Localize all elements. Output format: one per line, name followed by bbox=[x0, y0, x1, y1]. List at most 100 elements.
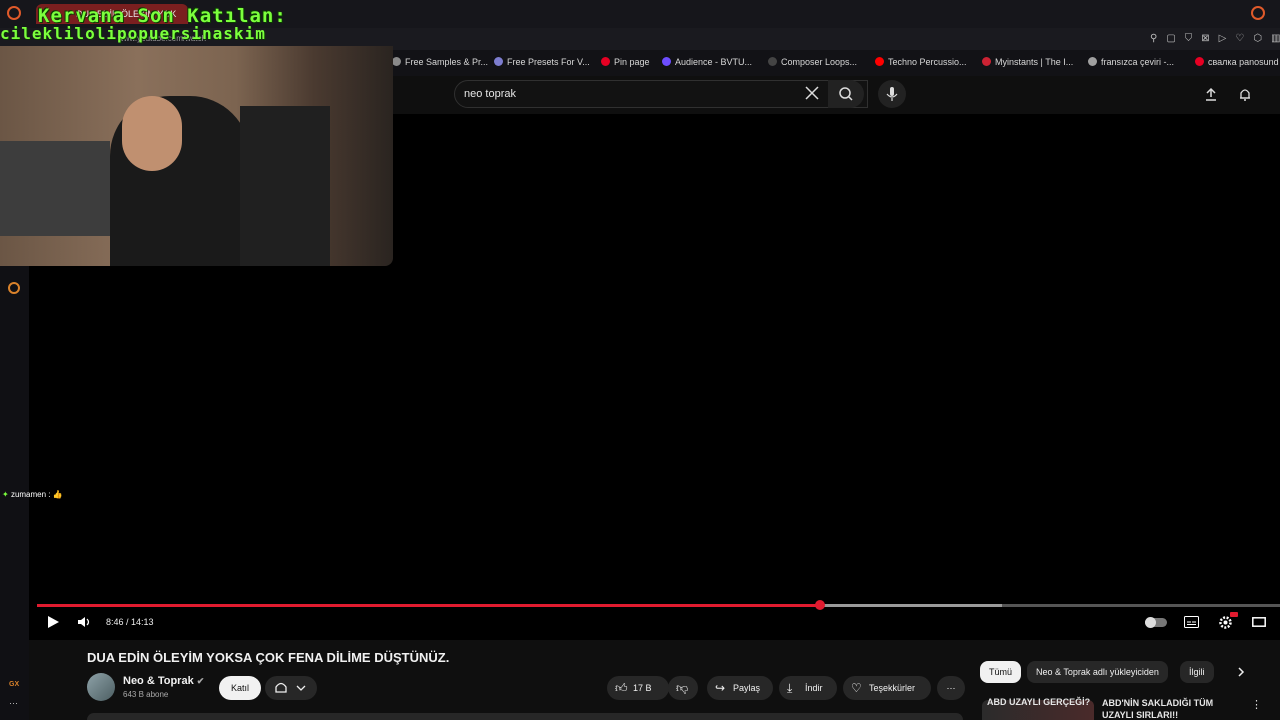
more-icon[interactable]: ⋯ bbox=[9, 698, 18, 709]
subtitles-icon bbox=[1184, 616, 1199, 628]
bookmark-favicon-icon bbox=[982, 57, 991, 66]
search-button[interactable] bbox=[828, 80, 864, 108]
webcam-bed bbox=[0, 141, 110, 236]
pin-icon[interactable]: ⚲ bbox=[1150, 33, 1157, 44]
thanks-button[interactable]: ♡ Teşekkürler bbox=[843, 676, 931, 700]
verified-icon: ✔ bbox=[196, 676, 205, 686]
progress-scrubber[interactable] bbox=[815, 600, 825, 610]
bookmark-item[interactable]: Free Samples & Pr... bbox=[392, 57, 488, 67]
webcam-face bbox=[122, 96, 182, 171]
bookmark-favicon-icon bbox=[494, 57, 503, 66]
settings-button[interactable] bbox=[1218, 615, 1233, 630]
bell-icon bbox=[275, 682, 287, 693]
notifications-bell-icon[interactable] bbox=[1238, 87, 1252, 101]
more-actions-button[interactable]: ⋯ bbox=[937, 676, 965, 700]
chevron-down-icon bbox=[296, 685, 306, 691]
chat-message: ✦ zumamen : 👍 bbox=[2, 490, 63, 499]
thumbs-down-icon: 👎︎ bbox=[676, 681, 689, 695]
dislike-button[interactable]: 👎︎ bbox=[668, 676, 698, 700]
play-icon bbox=[48, 616, 59, 628]
sidebar-icon[interactable]: ▥ bbox=[1271, 33, 1280, 44]
progress-played bbox=[37, 604, 820, 607]
bookmark-favicon-icon bbox=[1195, 57, 1204, 66]
bookmark-label: Free Samples & Pr... bbox=[405, 57, 489, 67]
chip-uploader[interactable]: Neo & Toprak adlı yükleyiciden bbox=[1027, 661, 1168, 683]
bookmark-favicon-icon bbox=[662, 57, 671, 66]
chips-next-chevron-icon[interactable] bbox=[1236, 666, 1246, 678]
volume-icon bbox=[78, 617, 90, 627]
chat-emote-icon: 👍 bbox=[52, 490, 63, 499]
more-horizontal-icon: ⋯ bbox=[946, 683, 956, 693]
bookmark-favicon-icon bbox=[768, 57, 777, 66]
upload-icon[interactable] bbox=[1204, 87, 1218, 101]
search-tabs-icon[interactable] bbox=[1251, 6, 1265, 20]
bookmark-favicon-icon bbox=[1088, 57, 1097, 66]
theater-mode-button[interactable] bbox=[1252, 617, 1266, 627]
voice-search-button[interactable] bbox=[878, 80, 906, 108]
recommendation-title[interactable]: ABD'NİN SAKLADIĞI TÜM bbox=[1102, 698, 1213, 708]
extensions-icon[interactable]: ⬡ bbox=[1253, 33, 1262, 44]
volume-button[interactable] bbox=[77, 616, 91, 628]
bookmark-label: Techno Percussio... bbox=[888, 57, 967, 67]
bookmark-item[interactable]: Techno Percussio... bbox=[875, 57, 967, 67]
bookmark-label: Composer Loops... bbox=[781, 57, 858, 67]
recommendation-thumbnail-text: ABD UZAYLI GERÇEĞİ? bbox=[987, 697, 1091, 707]
shield-icon[interactable]: ⛉ bbox=[1185, 33, 1193, 44]
channel-name[interactable]: Neo & Toprak ✔ bbox=[123, 675, 204, 687]
share-icon: ↪ bbox=[715, 681, 726, 695]
channel-avatar[interactable] bbox=[87, 673, 115, 701]
bookmark-label: Myinstants | The I... bbox=[995, 57, 1074, 67]
bookmark-favicon-icon bbox=[392, 57, 401, 66]
bookmark-label: fransızca çeviri -... bbox=[1101, 57, 1175, 67]
time-display: 8:46 / 14:13 bbox=[106, 617, 154, 627]
video-title: DUA EDİN ÖLEYİM YOKSA ÇOK FENA DİLİME DÜ… bbox=[87, 650, 450, 665]
opera-logo-icon[interactable] bbox=[7, 6, 21, 20]
bookmark-favicon-icon bbox=[601, 57, 610, 66]
heart-dollar-icon: ♡ bbox=[851, 681, 862, 695]
theater-mode-icon bbox=[1252, 617, 1266, 627]
close-box-icon[interactable]: ⊠ bbox=[1201, 33, 1209, 44]
bookmark-item[interactable]: Pin page bbox=[601, 57, 650, 67]
like-button[interactable]: 👍︎ 17 B bbox=[607, 676, 669, 700]
recommendation-menu-icon[interactable]: ⋮ bbox=[1251, 698, 1262, 711]
thumbs-up-icon: 👍︎ bbox=[615, 681, 628, 695]
bookmark-favicon-icon bbox=[875, 57, 884, 66]
join-button[interactable]: Katıl bbox=[219, 676, 261, 700]
autoplay-toggle[interactable] bbox=[1145, 617, 1167, 628]
snapshot-icon[interactable]: ▢ bbox=[1166, 33, 1175, 44]
play-button[interactable] bbox=[46, 615, 60, 629]
bookmark-item[interactable]: Audience - BVTU... bbox=[662, 57, 752, 67]
download-button[interactable]: ⤓ İndir bbox=[779, 676, 837, 700]
microphone-icon bbox=[886, 87, 898, 101]
play-icon[interactable]: ▷ bbox=[1219, 33, 1227, 44]
recommendation-title-line2[interactable]: UZAYLI SIRLARI!! bbox=[1102, 710, 1178, 720]
subscribe-notifications-button[interactable] bbox=[265, 676, 317, 700]
bookmark-item[interactable]: свалка panosund bbox=[1195, 57, 1279, 67]
subtitles-button[interactable] bbox=[1184, 616, 1199, 628]
hd-badge bbox=[1230, 612, 1238, 617]
settings-gear-icon bbox=[1219, 616, 1232, 629]
chat-text: zumamen : bbox=[10, 490, 51, 499]
webcam-chair bbox=[240, 106, 330, 266]
download-icon: ⤓ bbox=[787, 681, 793, 695]
bookmark-item[interactable]: Free Presets For V... bbox=[494, 57, 590, 67]
bookmark-item[interactable]: Myinstants | The I... bbox=[982, 57, 1073, 67]
search-input[interactable]: neo toprak bbox=[464, 88, 516, 100]
webcam-overlay bbox=[0, 46, 393, 266]
chip-related[interactable]: İlgili bbox=[1180, 661, 1214, 683]
bookmark-label: Audience - BVTU... bbox=[675, 57, 753, 67]
clear-search-icon[interactable] bbox=[805, 86, 819, 100]
bookmark-label: свалка panosund bbox=[1208, 57, 1279, 67]
subscriber-count: 643 B abone bbox=[123, 690, 169, 699]
bookmark-item[interactable]: Composer Loops... bbox=[768, 57, 857, 67]
chip-all[interactable]: Tümü bbox=[980, 661, 1022, 683]
settings-gear-icon[interactable] bbox=[8, 282, 20, 294]
bookmark-item[interactable]: fransızca çeviri -... bbox=[1088, 57, 1174, 67]
search-icon bbox=[839, 87, 853, 101]
channel-name-text: Neo & Toprak bbox=[123, 675, 194, 687]
heart-icon[interactable]: ♡ bbox=[1235, 33, 1244, 44]
share-button[interactable]: ↪ Paylaş bbox=[707, 676, 773, 700]
share-label: Paylaş bbox=[733, 683, 761, 693]
description-box-edge bbox=[87, 713, 963, 720]
overlay-username: cileklilolipopuersinaskim bbox=[0, 24, 266, 43]
